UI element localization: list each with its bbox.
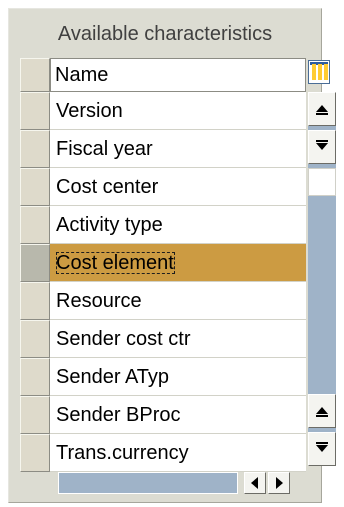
scroll-page-up-button[interactable] xyxy=(308,394,336,428)
list-item-label: Cost element xyxy=(56,252,175,274)
row-selector[interactable] xyxy=(20,244,50,282)
row-selector[interactable] xyxy=(20,434,50,472)
column-settings-icon-bar xyxy=(318,64,322,80)
row-selector[interactable] xyxy=(20,206,50,244)
list-item[interactable]: Resource xyxy=(50,282,306,320)
list-item[interactable]: Version xyxy=(50,92,306,130)
scroll-page-down-button[interactable] xyxy=(308,432,336,466)
scroll-left-button[interactable] xyxy=(244,472,266,494)
list-item-label: Activity type xyxy=(56,214,163,236)
select-all-cell[interactable] xyxy=(20,58,50,92)
column-header-name[interactable]: Name xyxy=(50,58,306,92)
list-item[interactable]: Trans.currency xyxy=(50,434,306,472)
horizontal-scrollbar[interactable] xyxy=(58,472,238,494)
row-selector[interactable] xyxy=(20,168,50,206)
list-item-label: Resource xyxy=(56,290,142,312)
row-selector[interactable] xyxy=(20,282,50,320)
row-selector[interactable] xyxy=(20,320,50,358)
vertical-scroll-thumb[interactable] xyxy=(308,168,336,196)
column-settings-icon-bar xyxy=(312,64,316,80)
panel-title: Available characteristics xyxy=(57,23,273,45)
arrow-right-icon xyxy=(276,477,283,489)
arrow-up-icon-bar xyxy=(316,113,328,115)
vertical-scrollbar[interactable] xyxy=(308,92,336,466)
arrow-down-icon xyxy=(316,143,328,150)
column-settings-button[interactable] xyxy=(308,60,330,84)
row-selector[interactable] xyxy=(20,358,50,396)
list-item[interactable]: Cost element xyxy=(50,244,306,282)
arrow-down-icon-bar xyxy=(316,442,328,444)
list-item[interactable]: Fiscal year xyxy=(50,130,306,168)
scroll-up-button[interactable] xyxy=(308,92,336,126)
arrow-up-icon xyxy=(316,105,328,112)
arrow-up-icon-bar xyxy=(316,415,328,417)
list-item-label: Sender ATyp xyxy=(56,366,170,388)
list-item[interactable]: Sender ATyp xyxy=(50,358,306,396)
scroll-right-button[interactable] xyxy=(268,472,290,494)
list-item-label: Cost center xyxy=(56,176,159,198)
arrow-down-icon xyxy=(316,445,328,452)
row-selector[interactable] xyxy=(20,130,50,168)
arrow-down-icon-bar xyxy=(316,140,328,142)
row-selector[interactable] xyxy=(20,396,50,434)
arrow-up-icon xyxy=(316,407,328,414)
column-settings-icon-bar xyxy=(324,64,328,80)
scroll-down-button[interactable] xyxy=(308,130,336,164)
list-item-label: Sender BProc xyxy=(56,404,181,426)
arrow-left-icon xyxy=(251,477,258,489)
list-item-label: Version xyxy=(56,100,123,122)
list-item[interactable]: Sender BProc xyxy=(50,396,306,434)
list-item-label: Sender cost ctr xyxy=(56,328,191,350)
list-item-label: Trans.currency xyxy=(56,442,189,464)
row-selector[interactable] xyxy=(20,92,50,130)
list-item[interactable]: Cost center xyxy=(50,168,306,206)
list-item[interactable]: Sender cost ctr xyxy=(50,320,306,358)
column-header-label: Name xyxy=(55,64,109,86)
list-item[interactable]: Activity type xyxy=(50,206,306,244)
list-item-label: Fiscal year xyxy=(56,138,153,160)
